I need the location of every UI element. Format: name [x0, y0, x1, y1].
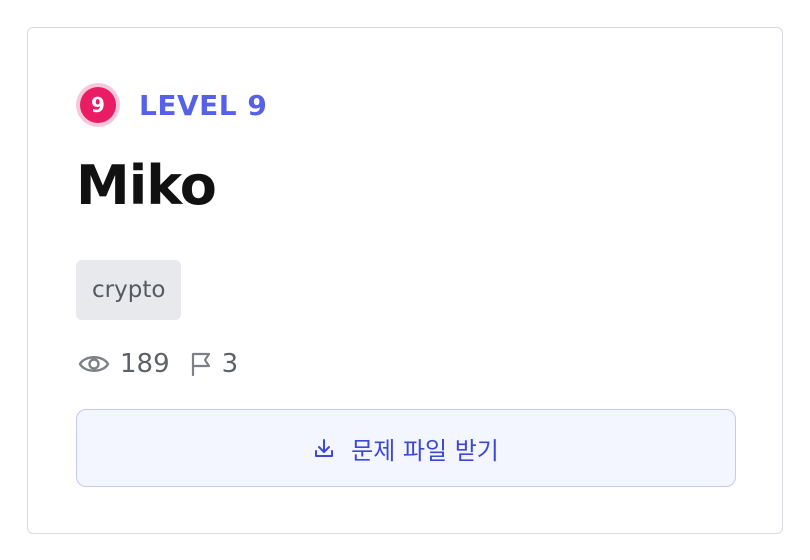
level-badge: 9 [76, 83, 120, 127]
level-label: LEVEL 9 [139, 88, 268, 122]
flag-icon [190, 351, 212, 377]
solves-count: 3 [221, 349, 239, 379]
challenge-title: Miko [76, 154, 217, 217]
download-button-label: 문제 파일 받기 [351, 436, 499, 465]
level-number: 9 [80, 87, 116, 123]
challenge-stats: 189 3 [78, 346, 238, 382]
level-row: 9 LEVEL 9 [76, 76, 267, 134]
download-files-button[interactable]: 문제 파일 받기 [76, 409, 736, 487]
challenge-card: 9 LEVEL 9 Miko crypto 189 3 문제 파일 받기 [27, 27, 783, 534]
views-count: 189 [120, 349, 170, 379]
download-icon [313, 437, 335, 459]
category-tag: crypto [76, 260, 182, 320]
eye-icon [78, 352, 110, 376]
